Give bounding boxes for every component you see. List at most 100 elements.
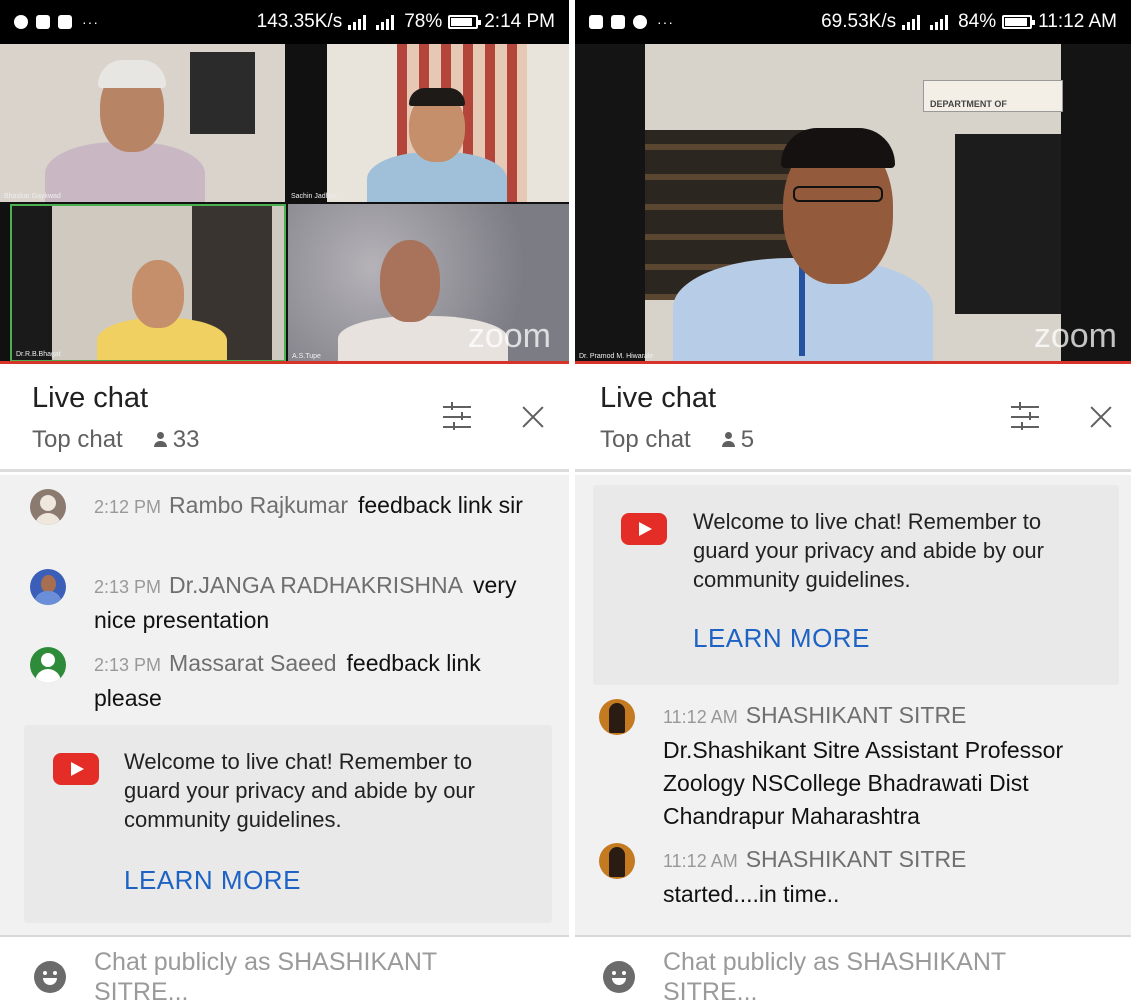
more-notifications-icon: ··· [657, 14, 674, 30]
chat-messages: Welcome to live chat! Remember to guard … [575, 475, 1131, 935]
chat-message: 11:12 AM SHASHIKANT SITRE started....in ti… [599, 843, 1107, 911]
learn-more-link[interactable]: LEARN MORE [693, 623, 870, 654]
chat-message: 2:12 PM Rambo Rajkumar feedback link sir [30, 489, 539, 525]
gallery-icon [611, 15, 625, 29]
participant-head [132, 260, 184, 328]
video-player[interactable]: Bhaskar Gaykwad Sachin Jadhav Dr.R.B.Bha… [0, 44, 569, 362]
close-icon[interactable] [522, 406, 544, 428]
battery-icon [448, 15, 482, 29]
youtube-icon [621, 513, 667, 545]
chat-mode-selector[interactable]: Top chat 33 [32, 426, 199, 454]
participant-name: Sachin Jadhav [291, 193, 337, 200]
message-time: 2:12 PM [94, 497, 162, 517]
chat-title: Live chat [32, 382, 149, 414]
zoom-watermark: zoom [467, 317, 551, 355]
viewer-count: 33 [172, 426, 200, 453]
chat-messages: 2:12 PM Rambo Rajkumar feedback link sir 2… [0, 475, 569, 935]
participant-name: Dr. Pramod M. Hiwarale [579, 353, 654, 360]
tile-border [12, 206, 52, 360]
avatar[interactable] [30, 489, 66, 525]
signal-4g-icon [902, 14, 924, 30]
left-screenshot: ··· 143.35K/s 78% 2:14 PM Bhaskar Gaykwa… [0, 0, 569, 1003]
notification-icons: ··· [589, 14, 674, 30]
video-player[interactable]: DEPARTMENT OF Dr. Pramod M. Hiwarale zoo… [575, 44, 1131, 362]
message-author[interactable]: Dr.JANGA RADHAKRISHNA [169, 572, 463, 598]
chat-message: 2:13 PM Massarat Saeed feedback link pleas… [30, 647, 539, 715]
clock: 2:14 PM [484, 11, 555, 32]
message-time: 11:12 AM [663, 707, 738, 727]
message-author[interactable]: SHASHIKANT SITRE [746, 702, 967, 728]
emoji-icon[interactable] [34, 961, 66, 993]
learn-more-link[interactable]: LEARN MORE [124, 865, 301, 896]
battery-percent: 78% [404, 11, 443, 32]
status-bar: ··· 143.35K/s 78% 2:14 PM [0, 0, 569, 44]
welcome-banner: Welcome to live chat! Remember to guard … [24, 725, 552, 923]
signal-4g-icon [348, 14, 370, 30]
message-author[interactable]: SHASHIKANT SITRE [746, 846, 967, 872]
network-speed: 69.53K/s [821, 11, 897, 32]
chat-mode-selector[interactable]: Top chat 5 [600, 426, 754, 454]
whatsapp-icon [14, 15, 28, 29]
chat-header: Live chat Top chat 33 [0, 364, 569, 472]
message-text: started....in time.. [663, 881, 840, 907]
message-icon [633, 15, 647, 29]
message-text: Dr.Shashikant Sitre Assistant Professor … [663, 737, 1064, 829]
viewers-icon [153, 432, 167, 448]
welcome-text: Welcome to live chat! Remember to guard … [124, 749, 475, 832]
zoom-watermark: zoom [1033, 317, 1117, 355]
right-screenshot: ··· 69.53K/s 84% 11:12 AM DEPARTMENT OF … [575, 0, 1131, 1003]
chat-input[interactable]: Chat publicly as SHASHIKANT SITRE... [94, 947, 514, 1003]
chat-input[interactable]: Chat publicly as SHASHIKANT SITRE... [663, 947, 1083, 1003]
viewer-count: 5 [740, 426, 755, 453]
avatar[interactable] [30, 569, 66, 605]
battery-percent: 84% [958, 11, 997, 32]
filter-icon[interactable] [443, 402, 471, 430]
status-bar: ··· 69.53K/s 84% 11:12 AM [575, 0, 1131, 44]
participant-name: A.S.Tupe [292, 353, 321, 360]
tile-border [287, 44, 327, 202]
participant-tile: Sachin Jadhav [287, 44, 569, 202]
chat-header: Live chat Top chat 5 [575, 364, 1131, 472]
message-author[interactable]: Massarat Saeed [169, 650, 336, 676]
viewers-icon [721, 432, 735, 448]
participant-name: Bhaskar Gaykwad [4, 193, 61, 200]
more-notifications-icon: ··· [82, 14, 99, 30]
shield-icon [589, 15, 603, 29]
message-time: 11:12 AM [663, 851, 738, 871]
battery-level [451, 18, 472, 26]
chat-message: 11:12 AM SHASHIKANT SITRE Dr.Shashikant Si… [599, 699, 1107, 833]
message-time: 2:13 PM [94, 655, 162, 675]
participant-tile-active: Dr.R.B.Bhagat [10, 204, 286, 362]
glasses [793, 186, 883, 202]
tile-border [1061, 44, 1131, 362]
battery-icon [1002, 15, 1036, 29]
chat-title: Live chat [600, 382, 717, 414]
shield-icon [36, 15, 50, 29]
participant-hair [781, 128, 895, 168]
lanyard [799, 266, 805, 356]
avatar[interactable] [30, 647, 66, 683]
participant-hair [98, 60, 166, 88]
message-author[interactable]: Rambo Rajkumar [169, 492, 348, 518]
wall-painting [190, 52, 255, 134]
filter-icon[interactable] [1011, 402, 1039, 430]
welcome-text: Welcome to live chat! Remember to guard … [693, 509, 1044, 592]
message-text: feedback link sir [358, 492, 523, 518]
gallery-icon [58, 15, 72, 29]
welcome-banner: Welcome to live chat! Remember to guard … [593, 485, 1119, 685]
close-icon[interactable] [1090, 406, 1112, 428]
department-sign: DEPARTMENT OF [923, 80, 1063, 112]
chat-mode-label: Top chat [32, 426, 123, 453]
participant-hair [409, 88, 465, 106]
signal-3g-icon [376, 14, 398, 30]
chat-input-bar: Chat publicly as SHASHIKANT SITRE... [575, 935, 1131, 1003]
chat-mode-label: Top chat [600, 426, 691, 453]
participant-name: Dr.R.B.Bhagat [16, 351, 61, 358]
doorway [955, 134, 1061, 314]
emoji-icon[interactable] [603, 961, 635, 993]
avatar[interactable] [599, 699, 635, 735]
tile-border [575, 44, 645, 362]
notification-icons: ··· [14, 14, 99, 30]
avatar[interactable] [599, 843, 635, 879]
clock: 11:12 AM [1038, 11, 1117, 32]
